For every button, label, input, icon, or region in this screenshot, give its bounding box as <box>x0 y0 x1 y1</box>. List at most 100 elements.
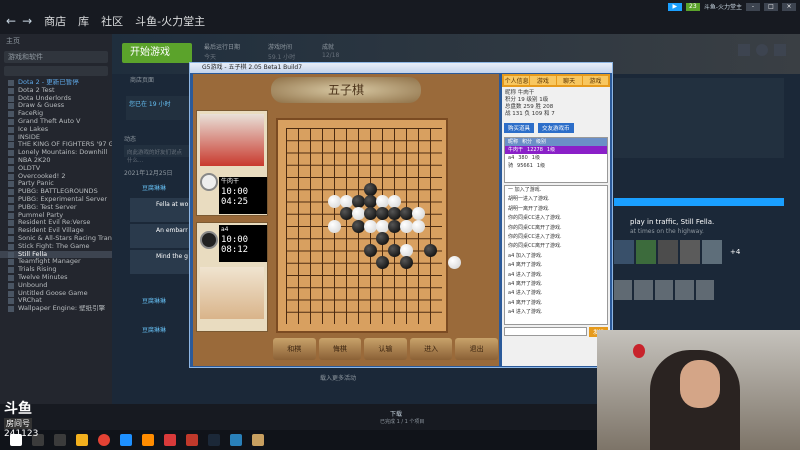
sidebar-game-item[interactable]: Ice Lakes <box>0 126 112 134</box>
sidebar-game-item[interactable]: Dota Underlords <box>0 95 112 103</box>
minimize-icon[interactable]: - <box>746 2 760 11</box>
player-list: 昵称 积分 级别 牛肉干 12278 1级 a4 380 1级 骑 95661 1级 <box>504 137 608 183</box>
more-achievements[interactable]: +4 <box>724 240 740 264</box>
sidebar-game-item[interactable]: PUBG: Experimental Server <box>0 196 112 204</box>
app-icon[interactable] <box>186 434 198 446</box>
close-icon[interactable]: × <box>782 2 796 11</box>
feed-item[interactable]: Mind the g <box>130 250 190 274</box>
maximize-icon[interactable]: □ <box>764 2 778 11</box>
back-button[interactable]: ← <box>6 14 16 28</box>
nav-profile[interactable]: 斗鱼-火力堂主 <box>135 13 205 29</box>
sidebar-game-item[interactable]: Resident Evil Village <box>0 227 112 235</box>
white-stone <box>363 219 377 233</box>
play-button[interactable]: 开始游戏 <box>122 43 192 63</box>
tab-chat[interactable]: 聊天 <box>556 76 582 85</box>
sidebar-game-item[interactable]: OLDTV <box>0 165 112 173</box>
sidebar-filter[interactable]: 游戏和软件 <box>4 51 108 63</box>
sidebar-game-item[interactable]: Still Fella <box>0 250 112 259</box>
black-stone <box>351 195 365 208</box>
friend-link[interactable]: 豆腐琳琳 <box>142 325 166 334</box>
sidebar-game-item[interactable]: Party Panic <box>0 180 112 188</box>
sidebar-game-item[interactable]: Draw & Guess <box>0 102 112 110</box>
sidebar-game-item[interactable]: NBA 2K20 <box>0 157 112 165</box>
sidebar-game-item[interactable]: Stick Fight: The Game <box>0 243 112 251</box>
sidebar-game-item[interactable]: INSIDE <box>0 134 112 142</box>
sidebar-game-item[interactable]: Resident Evil Re:Verse <box>0 219 112 227</box>
sidebar-game-item[interactable]: PUBG: Test Server <box>0 204 112 212</box>
gomoku-icon[interactable] <box>252 434 264 446</box>
nav-community[interactable]: 社区 <box>101 13 123 29</box>
forward-button[interactable]: → <box>22 14 32 28</box>
load-more[interactable]: 载入更多活动 <box>320 373 356 382</box>
sidebar-game-item[interactable]: Wallpaper Engine: 壁纸引擎 <box>0 305 112 313</box>
steam-icon[interactable] <box>208 434 220 446</box>
sidebar-game-item[interactable]: THE KING OF FIGHTERS '97 GLOBAL <box>0 141 112 149</box>
stat-last-run: 最后运行日期 今天 <box>204 44 241 61</box>
app-icon[interactable] <box>142 434 154 446</box>
right-panel-top <box>614 78 784 158</box>
undo-button[interactable]: 悔棋 <box>318 338 362 360</box>
buy-items-button[interactable]: 购买道具 <box>504 123 535 133</box>
chat-line: 胡明一进入了游戏. <box>508 196 550 203</box>
broadcast-icon[interactable]: ▶ <box>667 2 682 11</box>
gomoku-titlebar[interactable]: G5游戏 - 五子棋 2.05 Beta1 Build7 <box>190 63 612 73</box>
gomoku-board[interactable] <box>276 118 461 333</box>
player1-avatar <box>200 114 264 166</box>
friend-link[interactable]: 豆腐琳琳 <box>142 183 166 192</box>
sidebar-game-item[interactable]: Dota 2 Test <box>0 87 112 95</box>
favorite-icon[interactable] <box>774 44 786 56</box>
tab-store-page[interactable]: 商店页面 <box>130 75 154 84</box>
tab-game-2[interactable]: 游戏 <box>582 76 608 85</box>
app-icon[interactable] <box>120 434 132 446</box>
feed-item[interactable]: Fella at wo <box>130 198 190 222</box>
sidebar-home[interactable]: 主页 <box>0 34 112 48</box>
chrome-icon[interactable] <box>98 434 110 446</box>
nav-store[interactable]: 商店 <box>44 13 66 29</box>
tab-game[interactable]: 游戏 <box>530 76 556 85</box>
sidebar-game-item[interactable]: Sonic & All-Stars Racing Transformed <box>0 235 112 243</box>
list-item[interactable]: a4 380 1级 <box>505 154 607 162</box>
sidebar-game-item[interactable]: Overcooked! 2 <box>0 173 112 181</box>
sidebar-game-item[interactable]: Untitled Goose Game <box>0 290 112 298</box>
enter-button[interactable]: 进入 <box>409 338 453 360</box>
info-record: 战 131 负 109 和 7 <box>505 111 555 117</box>
search-input[interactable] <box>4 66 108 76</box>
app-icon[interactable] <box>230 434 242 446</box>
sidebar-game-item[interactable]: Lonely Mountains: Downhill <box>0 149 112 157</box>
black-stone <box>375 207 389 221</box>
user-menu[interactable]: 斗鱼-火力堂主 <box>704 2 742 11</box>
activity-heading: 动态 <box>124 136 137 143</box>
exit-button[interactable]: 退出 <box>455 338 498 360</box>
sidebar-game-item[interactable]: Pummel Party <box>0 212 112 220</box>
sidebar-game-item[interactable]: Trials Rising <box>0 266 112 274</box>
activity-input[interactable]: 向此游戏的好友们说点什么... <box>124 145 190 164</box>
resign-button[interactable]: 认输 <box>364 338 407 360</box>
sidebar-game-item[interactable]: FaceRig <box>0 110 112 118</box>
sidebar-game-item[interactable]: Twelve Minutes <box>0 274 112 282</box>
sidebar-game-item[interactable]: Grand Theft Auto V <box>0 118 112 126</box>
explorer-icon[interactable] <box>76 434 88 446</box>
list-item[interactable]: 牛肉干 12278 1级 <box>505 146 607 154</box>
coins-button[interactable]: 交友游戏币 <box>538 123 574 133</box>
notification-badge[interactable]: 23 <box>685 2 700 11</box>
sidebar-game-item[interactable]: Teamfight Manager <box>0 258 112 266</box>
info-icon[interactable] <box>756 44 768 56</box>
gear-icon[interactable] <box>738 44 750 56</box>
sidebar-game-item[interactable]: VRChat <box>0 297 112 305</box>
player2-name: a4 <box>221 226 229 233</box>
sidebar-game-item[interactable]: Unbound <box>0 282 112 290</box>
draw-button[interactable]: 和棋 <box>273 338 316 360</box>
tab-profile[interactable]: 个人信息 <box>504 76 530 85</box>
friend-link[interactable]: 豆腐琳琳 <box>142 296 166 305</box>
app-icon[interactable] <box>164 434 176 446</box>
sidebar-game-item[interactable]: Dota 2 - 更新已暂停 <box>0 79 112 87</box>
gomoku-window[interactable]: G5游戏 - 五子棋 2.05 Beta1 Build7 五子棋 牛肉干 10:… <box>189 62 613 368</box>
download-label[interactable]: 下载 <box>390 409 402 418</box>
sidebar-game-item[interactable]: PUBG: BATTLEGROUNDS <box>0 188 112 196</box>
black-stone <box>339 207 353 221</box>
chat-input[interactable] <box>504 327 587 336</box>
stones-layer[interactable] <box>286 128 461 324</box>
nav-library[interactable]: 库 <box>78 13 89 29</box>
list-item[interactable]: 骑 95661 1级 <box>505 162 607 170</box>
feed-item[interactable]: An embarr <box>130 224 190 248</box>
